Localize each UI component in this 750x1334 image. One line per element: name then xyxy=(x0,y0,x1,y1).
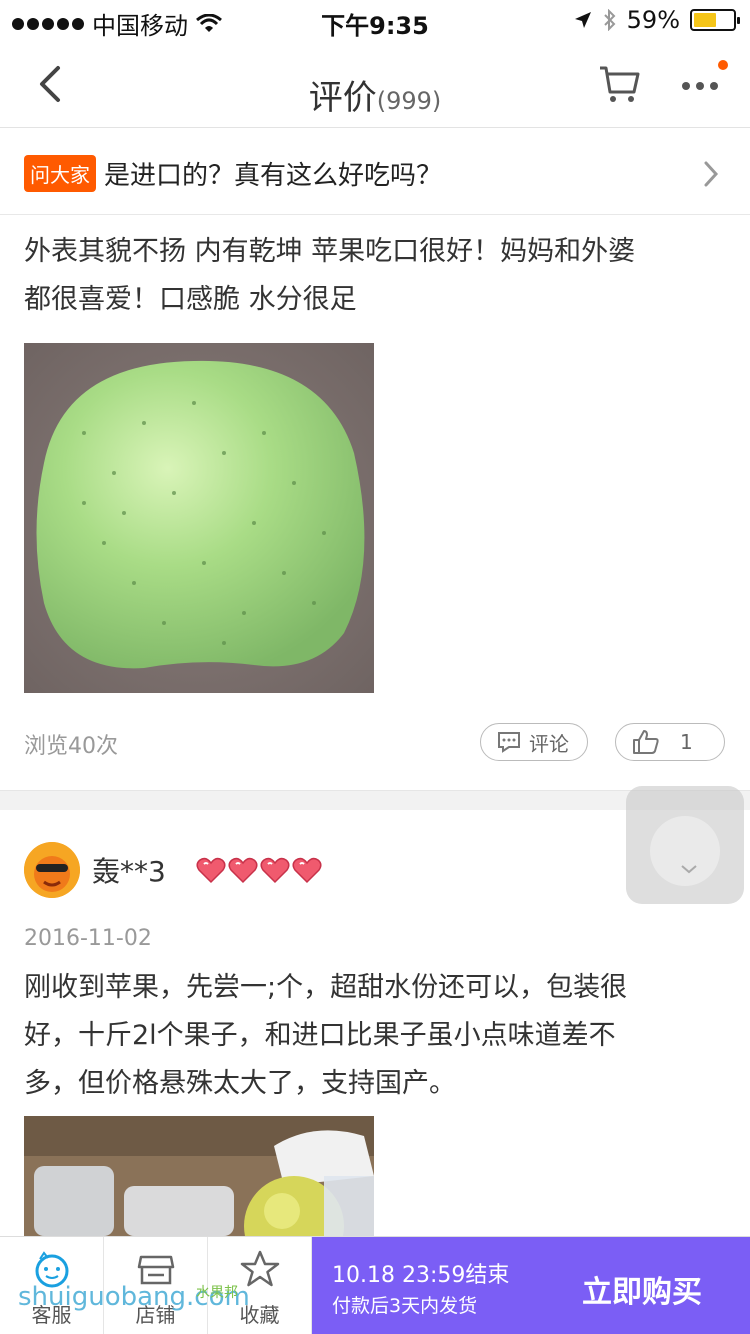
page-title-text: 评价 xyxy=(308,78,377,118)
comment-icon xyxy=(498,732,520,753)
review-text-line: 好，十斤2l个果子，和进口比果子虽小点味道差不 xyxy=(24,1020,616,1051)
heart-icon xyxy=(292,857,322,884)
avatar[interactable] xyxy=(24,842,80,898)
battery-icon xyxy=(690,9,740,31)
ask-tag: 问大家 xyxy=(24,155,96,192)
view-count: 浏览40次 xyxy=(24,734,118,759)
reviewer-level-hearts xyxy=(196,856,322,884)
review-text: 外表其貌不扬 内有乾坤 苹果吃口很好！妈妈和外婆 都很喜爱！口感脆 水分很足 xyxy=(24,228,714,324)
review-text-line: 外表其貌不扬 内有乾坤 苹果吃口很好！妈妈和外婆 xyxy=(24,236,636,267)
battery-percent: 59% xyxy=(626,6,680,34)
chevron-right-icon xyxy=(704,161,719,187)
thumbs-up-icon xyxy=(633,730,659,754)
nav-bar: 评价(999) xyxy=(0,40,750,128)
heart-icon xyxy=(228,857,258,884)
chevron-down-icon xyxy=(681,865,697,874)
comment-label: 评论 xyxy=(529,731,569,756)
review-date: 2016-11-02 xyxy=(24,926,152,951)
status-bar: 中国移动 下午9:35 59% xyxy=(0,0,750,40)
review-text-line: 刚收到苹果，先尝一;个，超甜水份还可以，包装很 xyxy=(24,972,628,1003)
promo-deadline: 10.18 23:59结束 xyxy=(332,1263,510,1288)
like-count: 1 xyxy=(680,730,693,754)
review-count: (999) xyxy=(376,87,442,115)
floating-assistive-button[interactable] xyxy=(626,786,744,904)
battery-fill xyxy=(694,13,717,27)
reviewer-name: 轰**3 xyxy=(92,855,166,888)
watermark-cn: 水果邦 xyxy=(196,1285,238,1301)
bluetooth-icon xyxy=(603,9,616,31)
promo-shipping: 付款后3天内发货 xyxy=(332,1295,478,1317)
floating-button-knob xyxy=(650,816,720,886)
review-text-line: 都很喜爱！口感脆 水分很足 xyxy=(24,284,357,315)
notification-dot xyxy=(718,60,728,70)
buy-now-button[interactable]: 10.18 23:59结束 付款后3天内发货 立即购买 xyxy=(312,1237,750,1334)
ask-everyone-bar[interactable]: 问大家 是进口的？真有这么好吃吗？ xyxy=(0,129,750,215)
apple-image xyxy=(24,343,374,693)
like-button[interactable]: 1 xyxy=(615,723,725,761)
cart-icon[interactable] xyxy=(598,62,642,106)
comment-button[interactable]: 评论 xyxy=(480,723,588,761)
more-icon[interactable] xyxy=(676,62,726,106)
buy-now-label: 立即购买 xyxy=(582,1275,702,1310)
location-icon xyxy=(574,12,591,28)
review-text: 刚收到苹果，先尝一;个，超甜水份还可以，包装很 好，十斤2l个果子，和进口比果子… xyxy=(24,964,714,1108)
review-photo-box[interactable] xyxy=(24,1116,374,1236)
avatar-image xyxy=(24,842,80,898)
heart-icon xyxy=(260,857,290,884)
reviewer-row: 轰**3 xyxy=(24,840,322,900)
review-text-line: 多，但价格悬殊太大了，支持国产。 xyxy=(24,1068,456,1099)
heart-icon xyxy=(196,857,226,884)
fruit-box-image xyxy=(24,1116,374,1236)
ask-question: 是进口的？真有这么好吃吗？ xyxy=(104,161,443,191)
review-photo-apple[interactable] xyxy=(24,343,374,693)
